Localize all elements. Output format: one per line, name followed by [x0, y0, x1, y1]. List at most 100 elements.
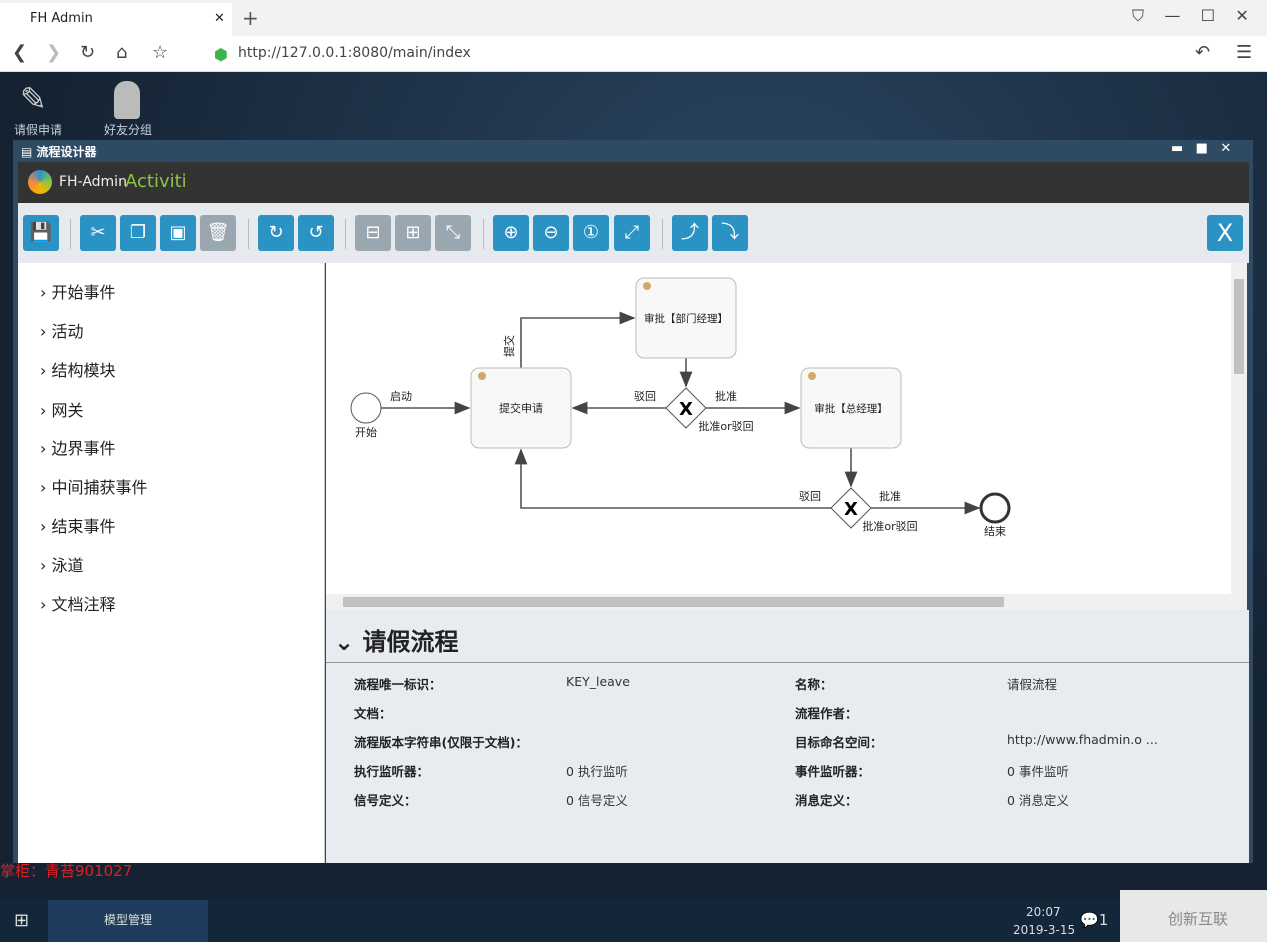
windows-start-icon[interactable]: ⊞ — [14, 910, 29, 931]
home-icon[interactable]: ⌂ — [116, 42, 127, 63]
bookmark-icon[interactable]: ☆ — [152, 42, 168, 63]
redo-button[interactable]: ↻ — [258, 215, 294, 251]
menu-icon[interactable]: ☰ — [1236, 42, 1252, 63]
property-label: 流程作者： — [795, 706, 858, 721]
desktop-icon-label[interactable]: 好友分组 — [104, 123, 152, 137]
property-label: 信号定义： — [354, 793, 417, 808]
desktop-icon-label[interactable]: 请假申请 — [14, 123, 62, 137]
exclusive-icon: X — [679, 399, 693, 420]
property-value[interactable]: 0 信号定义 — [566, 790, 628, 809]
start-event[interactable] — [350, 392, 382, 424]
save-button[interactable]: 💾 — [23, 215, 59, 251]
bpmn-diagram[interactable]: XX 开始 结束 提交申请 审批【部门经理】 审批【总经理】 启动 提交 驳回 … — [326, 263, 1247, 610]
url-input[interactable]: http://127.0.0.1:8080/main/index — [238, 45, 471, 61]
property-value[interactable]: 0 事件监听 — [1007, 761, 1069, 780]
paste-button[interactable]: ▣ — [160, 215, 196, 251]
logo-accent: Activiti — [125, 171, 187, 192]
end-label: 结束 — [984, 525, 1006, 538]
undo-icon[interactable]: ↶ — [1195, 42, 1210, 63]
palette-item[interactable]: › 活动 — [40, 318, 84, 342]
reload-icon[interactable]: ↻ — [80, 42, 95, 63]
forward-icon[interactable]: ❯ — [46, 42, 61, 63]
flow-label: 提交 — [502, 335, 516, 357]
person-icon[interactable] — [114, 81, 140, 119]
property-value[interactable]: KEY_leave — [566, 674, 630, 689]
flow-label: 批准or驳回 — [862, 519, 917, 533]
property-value[interactable]: 请假流程 — [1007, 674, 1057, 693]
delete-button[interactable]: 🗑 — [200, 215, 236, 251]
zoom-in-button[interactable]: ⊕ — [493, 215, 529, 251]
flow-reject2 — [514, 448, 831, 509]
taskbar-app[interactable]: 模型管理 — [48, 900, 208, 942]
user-icon — [478, 372, 486, 380]
brand-watermark: 创新互联 — [1120, 890, 1267, 942]
edit-icon[interactable]: ✎ — [20, 80, 47, 118]
clock-time: 20:07 — [1026, 905, 1061, 919]
align-vertical-button[interactable]: ⊞ — [395, 215, 431, 251]
property-label: 目标命名空间： — [795, 735, 883, 750]
browser-tab[interactable]: FH Admin ✕ — [0, 3, 232, 36]
flow-submit — [520, 311, 636, 368]
designer-window: ▤ 流程设计器 ▬ ■ ✕ FH-Admin Activiti 💾 ✂ ❐ ▣ … — [13, 140, 1253, 863]
notification-icon[interactable]: 💬1 — [1080, 911, 1108, 929]
property-label: 消息定义： — [795, 793, 858, 808]
cut-button[interactable]: ✂ — [80, 215, 116, 251]
zoom-out-button[interactable]: ⊖ — [533, 215, 569, 251]
align-horizontal-button[interactable]: ⊟ — [355, 215, 391, 251]
palette-item[interactable]: › 结束事件 — [40, 513, 116, 537]
flow-label: 启动 — [390, 390, 412, 403]
flow-label: 驳回 — [634, 390, 656, 403]
palette-item[interactable]: › 开始事件 — [40, 279, 116, 303]
activiti-logo-icon — [28, 170, 52, 194]
logo-text: FH-Admin — [59, 174, 127, 190]
taskbar: ⊞ 模型管理 20:07 2019-3-15 💬1 创新互联 — [0, 890, 1267, 942]
clock-date: 2019-3-15 — [1013, 923, 1076, 937]
diagram-canvas[interactable]: XX 开始 结束 提交申请 审批【部门经理】 审批【总经理】 启动 提交 驳回 … — [326, 263, 1247, 610]
property-label: 文档： — [354, 706, 392, 721]
palette-item[interactable]: › 泳道 — [40, 552, 84, 576]
palette-item[interactable]: › 中间捕获事件 — [40, 474, 148, 498]
property-label: 名称： — [795, 677, 833, 692]
palette-item[interactable]: › 边界事件 — [40, 435, 116, 459]
close-editor-button[interactable]: X — [1207, 215, 1243, 251]
toolbar: 💾 ✂ ❐ ▣ 🗑 ↻ ↺ ⊟ ⊞ ⤡ ⊕ ⊖ ① ⤢ ⤴ ⤵ X — [18, 203, 1249, 263]
palette-item[interactable]: › 网关 — [40, 397, 84, 421]
zoom-actual-button[interactable]: ① — [573, 215, 609, 251]
copy-button[interactable]: ❐ — [120, 215, 156, 251]
task-label: 提交申请 — [499, 401, 543, 415]
palette-item[interactable]: › 结构模块 — [40, 357, 116, 381]
property-value[interactable]: 0 执行监听 — [566, 761, 628, 780]
horizontal-scrollbar[interactable] — [326, 594, 1247, 610]
new-tab-icon[interactable]: + — [242, 6, 259, 30]
zoom-fit-button[interactable]: ⤢ — [614, 215, 650, 251]
property-value[interactable]: http://www.fhadmin.o ... — [1007, 732, 1158, 747]
browser-tab-bar: FH Admin ✕ + ⛉ — ☐ ✕ — [0, 0, 1267, 36]
remove-bendpoint-button[interactable]: ⤵ — [712, 215, 748, 251]
user-icon — [808, 372, 816, 380]
window-title: ▤ 流程设计器 — [21, 145, 97, 159]
property-label: 流程唯一标识： — [354, 677, 442, 692]
properties-title[interactable]: ⌄ 请假流程 — [334, 622, 458, 657]
window-controls[interactable]: ⛉ — ☐ ✕ — [1132, 6, 1249, 26]
secure-icon: ⬢ — [214, 45, 228, 64]
task-label: 审批【总经理】 — [814, 402, 888, 415]
vertical-scrollbar[interactable] — [1231, 263, 1247, 594]
undo-button[interactable]: ↺ — [298, 215, 334, 251]
address-bar: ❮ ❯ ↻ ⌂ ☆ ⬢ http://127.0.0.1:8080/main/i… — [0, 36, 1267, 72]
property-label: 执行监听器： — [354, 764, 430, 779]
property-label: 事件监听器： — [795, 764, 871, 779]
end-event[interactable] — [979, 492, 1011, 524]
same-size-button[interactable]: ⤡ — [435, 215, 471, 251]
start-label: 开始 — [355, 425, 377, 439]
flow-label: 驳回 — [799, 490, 821, 503]
add-bendpoint-button[interactable]: ⤴ — [672, 215, 708, 251]
close-tab-icon[interactable]: ✕ — [214, 11, 225, 26]
task-label: 审批【部门经理】 — [644, 312, 728, 325]
palette-item[interactable]: › 文档注释 — [40, 591, 116, 615]
window-buttons[interactable]: ▬ ■ ✕ — [1171, 141, 1231, 156]
watermark: 掌柜：青苔901027 — [0, 862, 133, 880]
app-header: FH-Admin Activiti — [18, 162, 1249, 203]
user-icon — [643, 282, 651, 290]
back-icon[interactable]: ❮ — [12, 42, 27, 63]
property-value[interactable]: 0 消息定义 — [1007, 790, 1069, 809]
